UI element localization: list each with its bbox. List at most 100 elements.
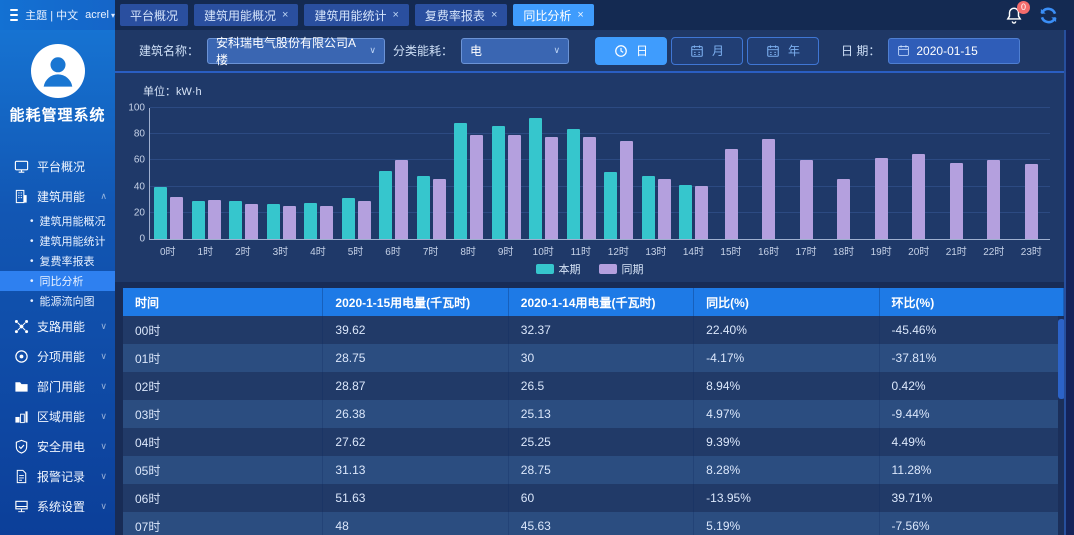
table-cell: 00时 — [123, 316, 323, 344]
sidebar-item-部门用能[interactable]: 部门用能∨ — [0, 371, 115, 401]
tab-建筑用能概况[interactable]: 建筑用能概况 × — [194, 4, 298, 26]
table-cell: 03时 — [123, 400, 323, 428]
bar-previous — [875, 158, 888, 239]
date-value: 2020-01-15 — [916, 44, 977, 58]
bar-previous — [620, 141, 633, 239]
bar-previous — [837, 179, 850, 239]
table-header-cell: 2020-1-15用电量(千瓦时) — [323, 288, 508, 316]
table-cell: 26.5 — [509, 372, 694, 400]
x-axis-tick-label: 16时 — [750, 243, 788, 258]
sidebar-item-系统设置[interactable]: 系统设置∨ — [0, 491, 115, 521]
tab-label: 建筑用能概况 — [204, 7, 276, 24]
bar-previous — [725, 149, 738, 239]
table-header-cell: 同比(%) — [694, 288, 879, 316]
x-axis-tick-label: 12时 — [600, 243, 638, 258]
bar-current — [642, 176, 655, 239]
sidebar-subitem-建筑用能统计[interactable]: • 建筑用能统计 — [0, 231, 115, 251]
x-axis-tick-label: 15时 — [712, 243, 750, 258]
bar-group-8时 — [450, 108, 488, 239]
bar-current — [529, 118, 542, 239]
bullet-icon: • — [30, 296, 34, 307]
sidebar-subitem-label: 能源流向图 — [40, 293, 95, 309]
theme-language-label[interactable]: 主题 | 中文 — [25, 7, 78, 23]
bar-current — [229, 201, 242, 239]
table-cell: 32.37 — [509, 316, 694, 344]
tab-label: 建筑用能统计 — [314, 7, 386, 24]
tab-建筑用能统计[interactable]: 建筑用能统计 × — [304, 4, 408, 26]
bar-previous — [208, 200, 221, 239]
tab-close-icon[interactable]: × — [491, 9, 497, 21]
period-button-月[interactable]: 月 — [671, 37, 743, 65]
sidebar-item-报警记录[interactable]: 报警记录∨ — [0, 461, 115, 491]
bar-group-12时 — [600, 108, 638, 239]
bar-group-2时 — [225, 108, 263, 239]
refresh-icon[interactable] — [1039, 6, 1058, 25]
sidebar-item-建筑用能[interactable]: 建筑用能∧ — [0, 181, 115, 211]
user-menu[interactable]: acrel ▾ — [85, 9, 115, 21]
x-axis-tick-label: 0时 — [149, 243, 187, 258]
bar-previous — [800, 160, 813, 239]
date-label: 日 期： — [841, 42, 880, 59]
period-button-日[interactable]: 日 — [595, 37, 667, 65]
date-input[interactable]: 2020-01-15 — [888, 38, 1020, 64]
x-axis-tick-label: 17时 — [787, 243, 825, 258]
sidebar-subitem-复费率报表[interactable]: •复费率报表 — [0, 251, 115, 271]
tab-label: 同比分析 — [523, 7, 571, 24]
x-axis-tick-label: 7时 — [412, 243, 450, 258]
x-axis-tick-label: 2时 — [224, 243, 262, 258]
avatar[interactable] — [31, 44, 85, 98]
x-axis-tick-label: 23时 — [1013, 243, 1051, 258]
table-row: 07时4845.635.19%-7.56% — [123, 512, 1064, 535]
tab-复费率报表[interactable]: 复费率报表× — [415, 4, 507, 26]
chart-legend: 本期 同期 — [115, 261, 1064, 277]
bar-previous — [583, 137, 596, 239]
building-select[interactable]: 安科瑞电气股份有限公司A楼 ∨ — [207, 38, 385, 64]
sidebar-item-安全用电[interactable]: 安全用电∨ — [0, 431, 115, 461]
sidebar-item-区域用能[interactable]: 区域用能∨ — [0, 401, 115, 431]
sidebar-item-分项用能[interactable]: 分项用能∨ — [0, 341, 115, 371]
bullet-icon: • — [30, 236, 34, 247]
y-axis-tick-label: 20 — [134, 207, 145, 218]
table-cell: 27.62 — [323, 428, 508, 456]
bar-group-0时 — [150, 108, 188, 239]
table-header-cell: 时间 — [123, 288, 323, 316]
subentry-icon — [14, 349, 29, 364]
energy-type-select[interactable]: 电 ∨ — [461, 38, 569, 64]
sidebar-subitem-建筑用能概况[interactable]: • 建筑用能概况 — [0, 211, 115, 231]
legend-swatch — [599, 264, 617, 274]
period-button-年[interactable]: 年 — [747, 37, 819, 65]
table-row: 01时28.7530-4.17%-37.81% — [123, 344, 1064, 372]
sidebar-item-平台概况[interactable]: 平台概况 — [0, 151, 115, 181]
table-cell: 9.39% — [694, 428, 879, 456]
table-cell: 48 — [323, 512, 508, 535]
table-cell: -13.95% — [694, 484, 879, 512]
bar-current — [304, 203, 317, 239]
sidebar-subitem-同比分析[interactable]: •同比分析 — [0, 271, 115, 291]
bar-current — [492, 126, 505, 239]
chevron-down-icon: ∨ — [100, 351, 107, 362]
bar-group-17时 — [788, 108, 826, 239]
table-cell: 39.62 — [323, 316, 508, 344]
table-row: 06时51.6360-13.95%39.71% — [123, 484, 1064, 512]
tab-close-icon[interactable]: × — [392, 9, 398, 21]
bar-previous — [1025, 164, 1038, 239]
tab-close-icon[interactable]: × — [577, 9, 583, 21]
bar-group-1时 — [188, 108, 226, 239]
bullet-icon: • — [30, 216, 34, 227]
x-axis-tick-label: 6时 — [374, 243, 412, 258]
legend-item-本期[interactable]: 本期 — [536, 261, 581, 277]
tab-平台概况[interactable]: 平台概况 — [120, 4, 188, 26]
sidebar-subitem-能源流向图[interactable]: • 能源流向图 — [0, 291, 115, 311]
tab-同比分析[interactable]: 同比分析 × — [513, 4, 593, 26]
table-body: 00时39.6232.3722.40%-45.46%01时28.7530-4.1… — [123, 316, 1064, 535]
menu-toggle-icon[interactable] — [10, 9, 18, 21]
tab-close-icon[interactable]: × — [282, 9, 288, 21]
notification-bell-icon[interactable]: 0 — [1005, 6, 1023, 24]
energy-type-label: 分类能耗： — [393, 42, 453, 59]
table-cell: 0.42% — [880, 372, 1064, 400]
sidebar-item-支路用能[interactable]: 支路用能∨ — [0, 311, 115, 341]
sidebar-subitem-label: 建筑用能统计 — [40, 233, 106, 249]
sidebar-subitem-label: 建筑用能概况 — [40, 213, 106, 229]
legend-item-同期[interactable]: 同期 — [599, 261, 644, 277]
table-row: 05时31.1328.758.28%11.28% — [123, 456, 1064, 484]
